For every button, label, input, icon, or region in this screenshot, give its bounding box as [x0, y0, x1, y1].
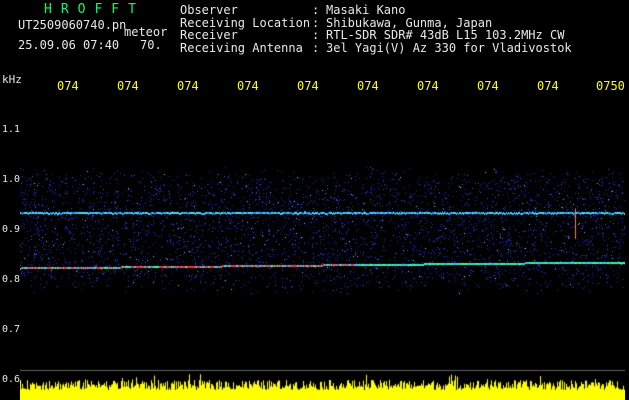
station-info: Observer : Masaki Kano Receiving Locatio…: [180, 4, 572, 54]
freq-unit-label: kHz: [2, 73, 22, 86]
info-key: Receiver: [180, 28, 238, 42]
file-name: UT2509060740.pn: [18, 18, 127, 32]
freq-tick: 0.6: [2, 374, 21, 385]
app-title: HROFFT: [44, 2, 145, 17]
info-key: Receiving Antenna: [180, 40, 303, 55]
spectrogram-canvas: [20, 97, 625, 400]
info-key: Observer: [180, 3, 238, 17]
info-sep: :: [312, 28, 320, 42]
info-value: 3el Yagi(V) Az 330 for Vladivostok: [326, 40, 572, 55]
freq-tick: 0.8: [2, 274, 21, 285]
info-row-antenna: Receiving Antenna : 3el Yagi(V) Az 330 f…: [180, 40, 572, 55]
info-sep: :: [312, 3, 320, 17]
meteor-label: meteor: [124, 25, 168, 39]
info-value: Masaki Kano: [326, 3, 406, 17]
info-row-observer: Observer : Masaki Kano: [180, 4, 572, 17]
time-tick: 074: [417, 79, 439, 93]
freq-tick: 1.0: [2, 174, 21, 185]
time-tick: 074: [237, 79, 259, 93]
freq-tick: 0.7: [2, 324, 21, 335]
waterfall-plot: [20, 97, 625, 400]
freq-tick: 0.9: [2, 224, 21, 235]
time-tick: 074: [357, 79, 379, 93]
time-tick: 0750: [596, 79, 625, 93]
time-tick: 074: [177, 79, 199, 93]
time-tick: 074: [537, 79, 559, 93]
time-tick: 074: [297, 79, 319, 93]
time-tick: 074: [477, 79, 499, 93]
datetime-label: 25.09.06 07:40: [18, 38, 120, 52]
time-tick: 074: [117, 79, 139, 93]
info-value: RTL-SDR SDR# 43dB L15 103.2MHz CW: [326, 28, 565, 42]
freq-tick: 1.1: [2, 124, 21, 135]
info-sep: :: [312, 40, 320, 55]
value-label: 70.: [140, 38, 162, 52]
info-row-receiver: Receiver : RTL-SDR SDR# 43dB L15 103.2MH…: [180, 29, 572, 42]
time-tick: 074: [57, 79, 79, 93]
